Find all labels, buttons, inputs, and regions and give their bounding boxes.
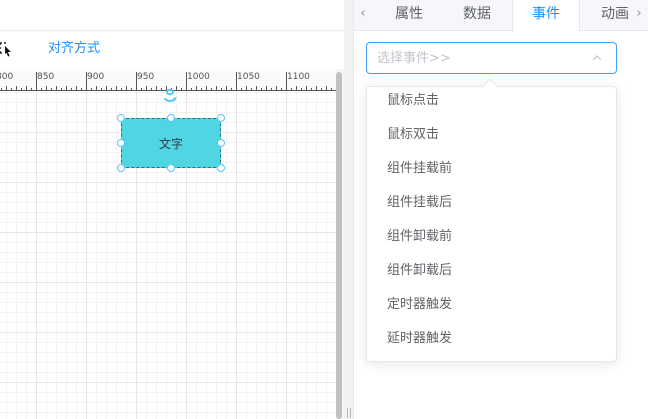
resize-handle-top-left[interactable] bbox=[117, 114, 125, 122]
event-option-mouse-click[interactable]: 鼠标点击 bbox=[367, 84, 616, 118]
resize-handle-top[interactable] bbox=[167, 114, 175, 122]
selection-tool-icon[interactable] bbox=[0, 40, 12, 58]
event-select-placeholder: 选择事件>> bbox=[377, 51, 451, 66]
resize-handle-bottom-left[interactable] bbox=[117, 164, 125, 172]
rotate-icon[interactable] bbox=[161, 88, 179, 103]
event-option-before-mount[interactable]: 组件挂载前 bbox=[367, 152, 616, 186]
event-option-before-unmount[interactable]: 组件卸载前 bbox=[367, 220, 616, 254]
text-component[interactable]: 文字 bbox=[121, 118, 221, 168]
event-dropdown: 鼠标点击 鼠标双击 组件挂载前 组件挂载后 组件卸载前 组件卸载后 定时器触发 … bbox=[366, 78, 617, 362]
properties-panel: ‹ 属性 数据 事件 动画 › 选择事件>> 鼠标点击 鼠标双击 组件挂载前 组… bbox=[354, 0, 648, 419]
toolbar: 对齐方式 bbox=[0, 0, 344, 69]
ruler-label: 800 bbox=[0, 72, 14, 82]
text-component-label: 文字 bbox=[158, 136, 183, 151]
resize-handle-bottom[interactable] bbox=[167, 164, 175, 172]
resize-handle-top-right[interactable] bbox=[217, 114, 225, 122]
ruler-label: 1100 bbox=[287, 72, 310, 82]
canvas-scrollbar[interactable] bbox=[336, 72, 342, 419]
horizontal-ruler: 800 850 900 950 1000 1050 1100 bbox=[0, 71, 336, 91]
panel-splitter[interactable] bbox=[344, 0, 354, 419]
ruler-label: 850 bbox=[37, 72, 55, 82]
ruler-label: 900 bbox=[87, 72, 105, 82]
event-option-mounted[interactable]: 组件挂载后 bbox=[367, 186, 616, 220]
event-option-timer[interactable]: 定时器触发 bbox=[367, 288, 616, 322]
tab-data[interactable]: 数据 bbox=[446, 0, 508, 31]
ruler-label: 950 bbox=[137, 72, 155, 82]
event-option-delay[interactable]: 延时器触发 bbox=[367, 322, 616, 356]
toolbar-top-row bbox=[0, 0, 344, 31]
align-menu-button[interactable]: 对齐方式 bbox=[48, 40, 100, 58]
splitter-grip-icon[interactable] bbox=[347, 408, 351, 418]
chevron-up-icon bbox=[591, 52, 603, 64]
tabs-scroll-left-icon[interactable]: ‹ bbox=[354, 0, 372, 30]
tab-events[interactable]: 事件 bbox=[512, 0, 580, 32]
resize-handle-bottom-right[interactable] bbox=[217, 164, 225, 172]
resize-handle-right[interactable] bbox=[217, 139, 225, 147]
resize-handle-left[interactable] bbox=[117, 139, 125, 147]
ruler-label: 1050 bbox=[237, 72, 260, 82]
event-option-mouse-double-click[interactable]: 鼠标双击 bbox=[367, 118, 616, 152]
event-select[interactable]: 选择事件>> bbox=[366, 42, 617, 74]
panel-tabs: ‹ 属性 数据 事件 动画 › bbox=[354, 0, 648, 32]
event-option-unmounted[interactable]: 组件卸载后 bbox=[367, 254, 616, 288]
tabs-scroll-right-icon[interactable]: › bbox=[630, 0, 648, 30]
ruler-label: 1000 bbox=[187, 72, 210, 82]
tab-attributes[interactable]: 属性 bbox=[378, 0, 440, 31]
